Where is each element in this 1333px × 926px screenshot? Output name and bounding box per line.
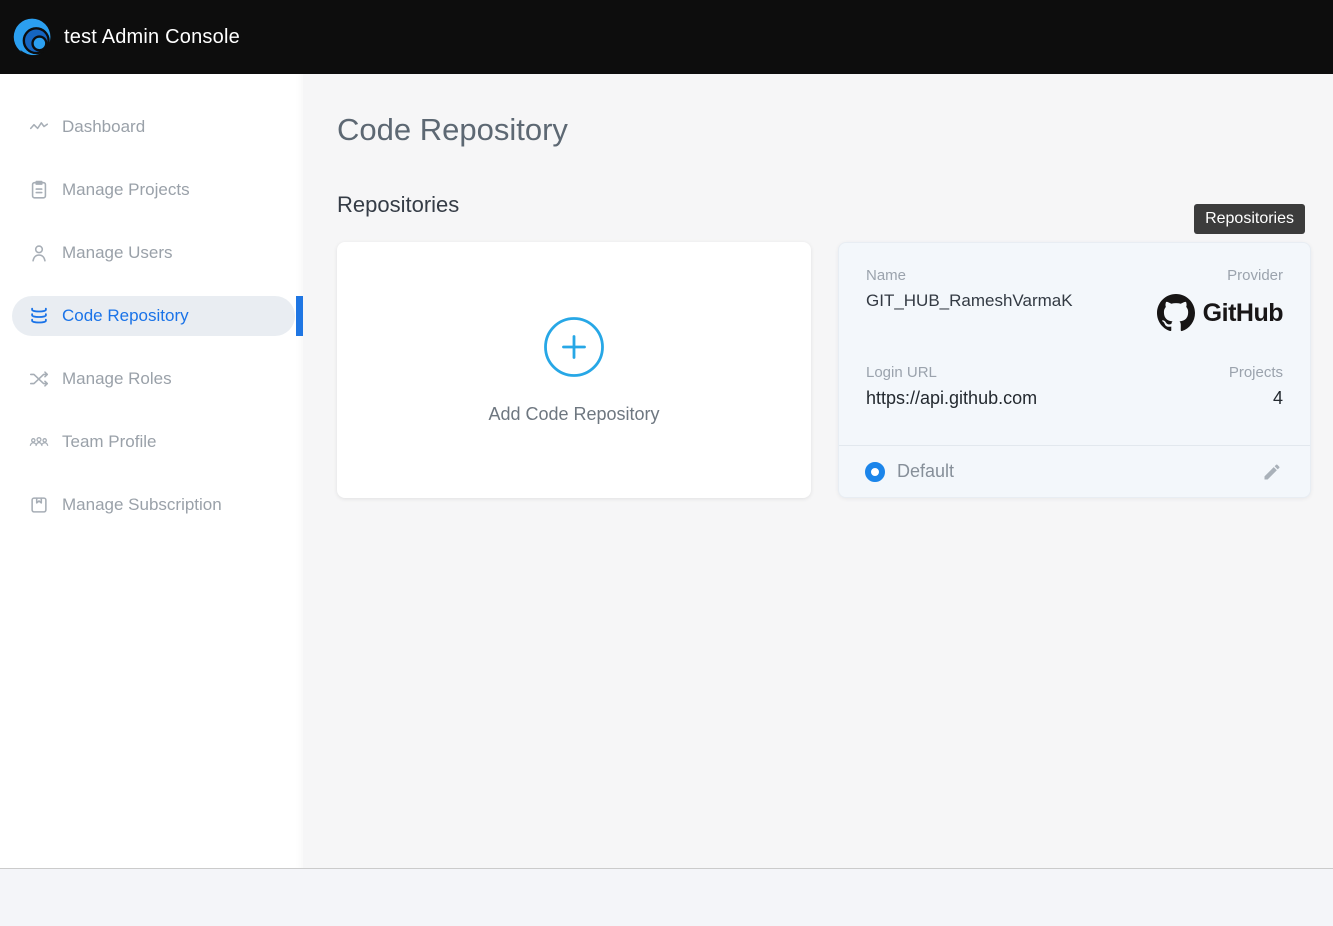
default-radio-group[interactable]: Default [865, 461, 954, 482]
footer-bar [0, 868, 1333, 926]
sidebar: Dashboard Manage Projects Manage Users [0, 74, 303, 868]
section-title: Repositories [337, 192, 459, 218]
page-title: Code Repository [337, 112, 568, 148]
app-logo-icon [10, 12, 56, 62]
name-value: GIT_HUB_RameshVarmaK [866, 291, 1073, 311]
projects-label: Projects [1229, 364, 1283, 381]
app-title: test Admin Console [64, 26, 240, 49]
provider-label: Provider [1157, 267, 1283, 284]
sidebar-item-label: Code Repository [62, 306, 189, 326]
sidebar-item-code-repository[interactable]: Code Repository [12, 296, 295, 336]
pencil-icon [1262, 462, 1282, 482]
edit-repository-button[interactable] [1260, 460, 1284, 484]
layers-icon [28, 305, 50, 327]
github-logo: GitHub [1157, 294, 1283, 332]
clipboard-icon [28, 179, 50, 201]
name-label: Name [866, 267, 1073, 284]
add-plus-icon[interactable] [543, 316, 605, 378]
sidebar-item-manage-users[interactable]: Manage Users [12, 233, 295, 273]
sidebar-item-label: Manage Subscription [62, 495, 222, 515]
github-mark-icon [1157, 294, 1195, 332]
repository-cards-row: Add Code Repository Name GIT_HUB_RameshV… [337, 242, 1311, 498]
sidebar-item-manage-subscription[interactable]: Manage Subscription [12, 485, 295, 525]
sidebar-item-manage-projects[interactable]: Manage Projects [12, 170, 295, 210]
repository-card: Name GIT_HUB_RameshVarmaK Provider GitHu… [838, 242, 1311, 498]
team-icon [28, 431, 50, 453]
projects-value: 4 [1229, 388, 1283, 409]
repository-card-body: Name GIT_HUB_RameshVarmaK Provider GitHu… [839, 243, 1310, 445]
default-label: Default [897, 461, 954, 482]
main-content: Code Repository Repositories Repositorie… [303, 74, 1333, 868]
app-header: test Admin Console [0, 0, 1333, 74]
sidebar-item-label: Manage Projects [62, 180, 190, 200]
sidebar-item-manage-roles[interactable]: Manage Roles [12, 359, 295, 399]
sidebar-item-label: Manage Roles [62, 369, 172, 389]
shuffle-icon [28, 368, 50, 390]
sidebar-item-team-profile[interactable]: Team Profile [12, 422, 295, 462]
user-icon [28, 242, 50, 264]
add-code-repository-card[interactable]: Add Code Repository [337, 242, 811, 498]
login-url-value: https://api.github.com [866, 388, 1037, 409]
sidebar-item-label: Manage Users [62, 243, 173, 263]
bookmark-square-icon [28, 494, 50, 516]
add-card-label: Add Code Repository [488, 404, 659, 425]
github-wordmark: GitHub [1203, 299, 1283, 328]
sidebar-nav: Dashboard Manage Projects Manage Users [0, 74, 303, 525]
repo-provider-field: Provider GitHub [1157, 267, 1283, 332]
repo-projects-field: Projects 4 [1229, 364, 1283, 409]
repository-card-footer: Default [839, 445, 1310, 497]
repo-name-field: Name GIT_HUB_RameshVarmaK [866, 267, 1073, 332]
default-radio[interactable] [865, 462, 885, 482]
repo-login-url-field: Login URL https://api.github.com [866, 364, 1037, 409]
activity-icon [28, 116, 50, 138]
repositories-tooltip: Repositories [1194, 204, 1305, 234]
sidebar-item-label: Team Profile [62, 432, 156, 452]
login-url-label: Login URL [866, 364, 1037, 381]
sidebar-item-label: Dashboard [62, 117, 145, 137]
sidebar-item-dashboard[interactable]: Dashboard [12, 107, 295, 147]
